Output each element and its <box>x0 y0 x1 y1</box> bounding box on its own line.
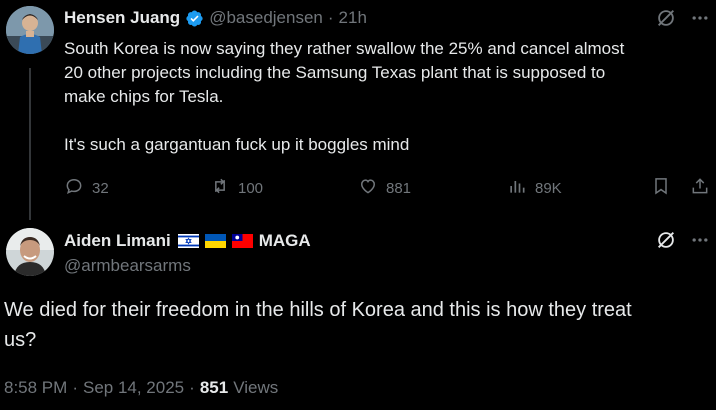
views-count: 851 <box>199 378 229 397</box>
text-line: us? <box>4 329 37 351</box>
separator-dot: · <box>189 378 195 397</box>
avatar-hensen[interactable] <box>6 6 54 54</box>
reply-icon <box>64 176 84 200</box>
tweet1-header: Hensen Juang @basedjensen · 21h <box>64 6 367 30</box>
timestamp[interactable]: 21h <box>339 8 367 28</box>
verified-badge-icon <box>185 9 204 28</box>
post-time[interactable]: 8:58 PM <box>4 378 67 398</box>
grok-icon[interactable] <box>655 229 677 251</box>
tweet1-text: South Korea is now saying they rather sw… <box>64 37 704 157</box>
author-handle[interactable]: @basedjensen <box>209 8 323 28</box>
repost-button[interactable]: 100 <box>210 176 263 200</box>
text-line: We died for their freedom in the hills o… <box>4 299 632 321</box>
more-icon[interactable] <box>690 8 710 28</box>
repost-count: 100 <box>238 179 264 197</box>
separator-dot: · <box>327 8 334 27</box>
share-icon[interactable] <box>690 176 710 196</box>
repost-icon <box>210 176 230 200</box>
name-suffix: MAGA <box>258 231 311 250</box>
like-button[interactable]: 881 <box>358 176 411 200</box>
more-icon[interactable] <box>690 230 710 250</box>
tweet-meta: 8:58 PM · Sep 14, 2025 · 851 Views <box>4 378 278 398</box>
post-date[interactable]: Sep 14, 2025 <box>83 378 184 398</box>
views-button[interactable]: 89K <box>507 176 562 200</box>
separator-dot: · <box>72 378 78 397</box>
like-count: 881 <box>386 179 412 197</box>
avatar-aiden[interactable] <box>6 228 54 276</box>
thread-line <box>29 68 31 220</box>
views-label: Views <box>233 378 279 397</box>
flag-israel <box>177 234 199 248</box>
text-line: It's such a gargantuan fuck up it boggle… <box>64 135 410 154</box>
text-line: South Korea is now saying they rather sw… <box>64 39 625 58</box>
author-name[interactable]: Aiden Limani <box>64 231 171 251</box>
views-icon <box>507 176 527 200</box>
flag-taiwan <box>231 234 253 248</box>
bookmark-icon[interactable] <box>651 176 671 196</box>
text-line: make chips for Tesla. <box>64 87 224 106</box>
grok-icon[interactable] <box>655 7 677 29</box>
tweet2-header: Aiden Limani MAGA <box>64 229 311 253</box>
author-name[interactable]: Hensen Juang <box>64 8 180 28</box>
author-handle[interactable]: @armbearsarms <box>64 256 191 276</box>
like-icon <box>358 176 378 200</box>
tweet2-text: We died for their freedom in the hills o… <box>4 295 710 355</box>
reply-count: 32 <box>92 179 109 197</box>
reply-button[interactable]: 32 <box>64 176 109 200</box>
flag-ukraine <box>204 234 226 248</box>
text-line: 20 other projects including the Samsung … <box>64 63 606 82</box>
views-count: 89K <box>535 179 562 197</box>
